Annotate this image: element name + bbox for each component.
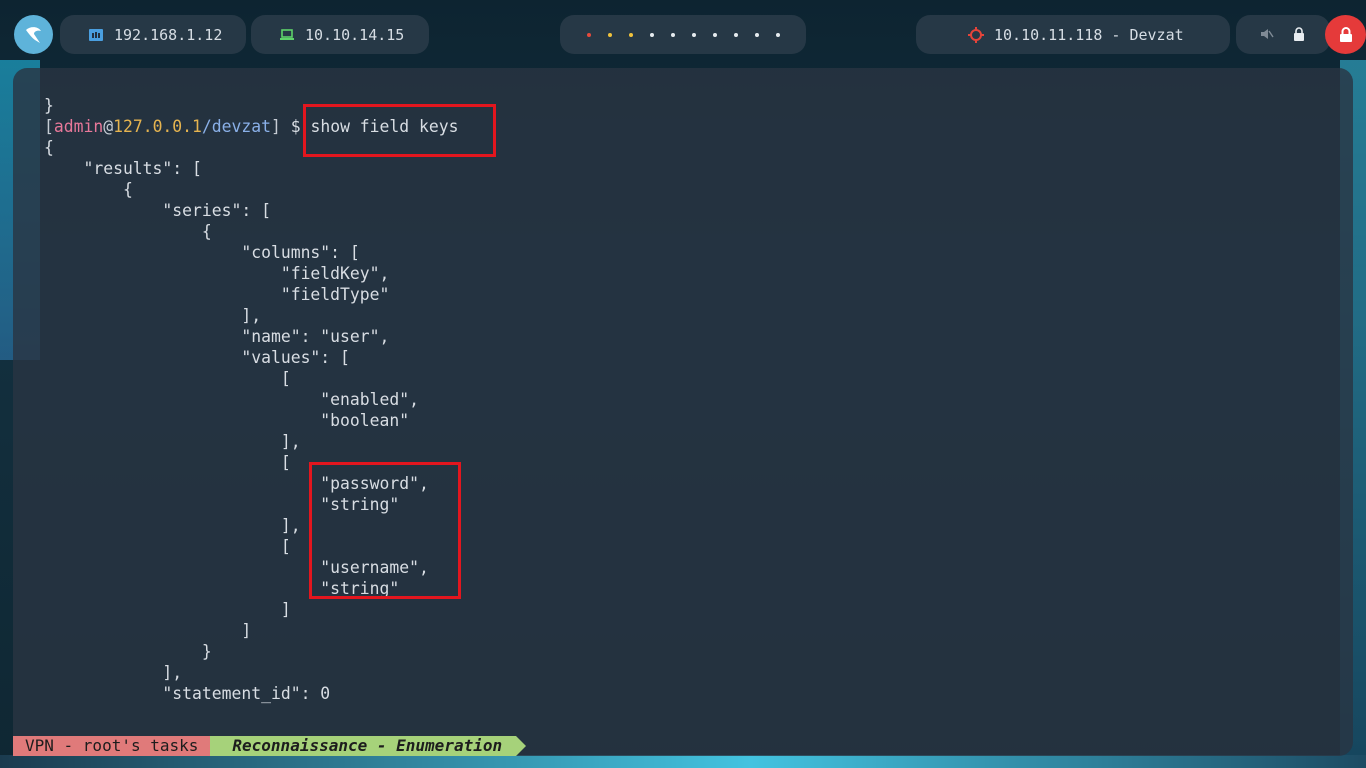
terminal-line: ],: [44, 306, 262, 325]
workspace-dot-8[interactable]: [733, 32, 738, 37]
terminal-line: "columns": [: [44, 243, 360, 262]
terminal-line: "name": "user",: [44, 327, 390, 346]
wallpaper-bottom-strip: [0, 755, 1366, 768]
target-text: 10.10.11.118 - Devzat: [994, 25, 1184, 44]
terminal-window[interactable]: } [admin@127.0.0.1/devzat] $ show field …: [13, 68, 1353, 756]
terminal-line: }: [44, 96, 54, 115]
status-session[interactable]: VPN - root's tasks: [13, 736, 221, 756]
parrot-logo-glyph: [25, 26, 41, 43]
terminal-line: [: [44, 369, 291, 388]
terminal-line: "statement_id": 0: [44, 684, 331, 703]
host-ip-text: 192.168.1.12: [114, 25, 223, 44]
workspace-dot-10[interactable]: [775, 32, 780, 37]
power-lock-button[interactable]: [1325, 15, 1366, 54]
terminal-line: [: [44, 453, 291, 472]
terminal-line: "enabled",: [44, 390, 419, 409]
workspace-dot-6[interactable]: [691, 32, 696, 37]
terminal-line: "series": [: [44, 201, 271, 220]
parrot-logo-icon[interactable]: [14, 15, 53, 54]
terminal-line: "boolean": [44, 411, 410, 430]
workspace-dot-3[interactable]: [628, 32, 633, 37]
workspace-dot-1[interactable]: [586, 32, 591, 37]
highlight-box-command: [303, 104, 496, 157]
workspace-dot-4[interactable]: [649, 32, 654, 37]
prompt-at: @: [103, 117, 114, 136]
volume-mute-icon[interactable]: [1260, 27, 1274, 41]
workspace-dot-9[interactable]: [754, 32, 759, 37]
top-bar: 192.168.1.12 10.10.14.15 10.10.11.118 - …: [0, 0, 1366, 68]
system-tray: [1236, 15, 1330, 54]
terminal-line: ]: [44, 600, 291, 619]
terminal-line: "fieldType": [44, 285, 390, 304]
workspace-dot-5[interactable]: [670, 32, 675, 37]
tmux-status-bar: VPN - root's tasks Reconnaissance - Enum…: [13, 736, 526, 756]
network-icon: [89, 28, 103, 41]
prompt-user: admin: [53, 117, 104, 136]
terminal-line: {: [44, 222, 212, 241]
terminal-line: }: [44, 642, 212, 661]
terminal-line: ],: [44, 516, 301, 535]
target-widget[interactable]: 10.10.11.118 - Devzat: [916, 15, 1230, 54]
terminal-line: "results": [: [44, 159, 202, 178]
terminal-line: ]: [44, 621, 252, 640]
prompt-host: 127.0.0.1: [113, 117, 202, 136]
prompt-open-bracket: [: [44, 117, 54, 136]
vpn-ip-text: 10.10.14.15: [305, 25, 405, 44]
workspace-dot-7[interactable]: [712, 32, 717, 37]
lock-screen-icon: [1339, 26, 1352, 42]
crosshair-icon: [968, 26, 984, 43]
terminal-line: [: [44, 537, 291, 556]
prompt-path: /devzat: [201, 117, 271, 136]
workspace-switcher[interactable]: [560, 15, 806, 54]
terminal-line: {: [44, 180, 133, 199]
vpn-ip-widget[interactable]: 10.10.14.15: [251, 15, 429, 54]
host-ip-widget[interactable]: 192.168.1.12: [60, 15, 246, 54]
status-window[interactable]: Reconnaissance - Enumeration: [210, 736, 526, 756]
lock-icon[interactable]: [1293, 27, 1305, 42]
terminal-line: ],: [44, 432, 301, 451]
terminal-line: {: [44, 138, 54, 157]
prompt-close-bracket: ]: [270, 117, 281, 136]
terminal-line: "fieldKey",: [44, 264, 390, 283]
workspace-dot-2[interactable]: [607, 32, 612, 37]
laptop-icon: [280, 28, 294, 40]
terminal-line: "values": [: [44, 348, 350, 367]
terminal-line: ],: [44, 663, 183, 682]
highlight-box-credentials: [309, 462, 461, 599]
